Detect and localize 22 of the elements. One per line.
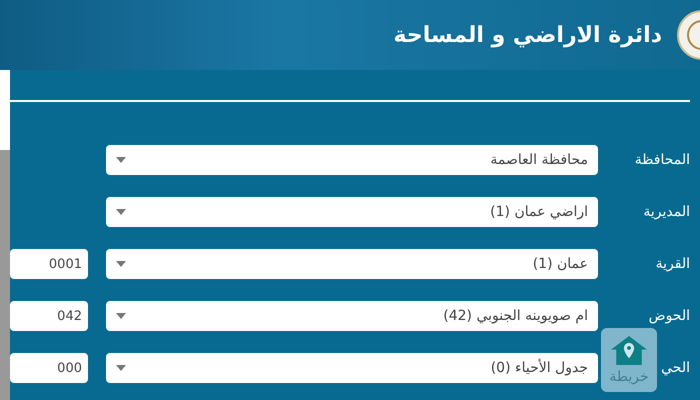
caret-icon	[116, 365, 126, 371]
field-label: الحوض	[648, 308, 690, 324]
dropdown[interactable]: ام صويوينه الجنوبي (42)	[106, 301, 598, 331]
field-label: المحافظة	[634, 152, 690, 168]
site-title: دائرة الاراضي و المساحة	[394, 22, 662, 48]
code-field[interactable]: 042	[10, 301, 88, 331]
field-label: القرية	[656, 256, 690, 272]
dropdown[interactable]: جدول الأحياء (0)	[106, 353, 598, 383]
code-field[interactable]: 0001	[10, 249, 88, 279]
emblem-logo	[676, 10, 700, 60]
field-label: المديرية	[643, 204, 690, 220]
dropdown[interactable]: محافظة العاصمة	[106, 145, 598, 175]
code-field[interactable]: 000	[10, 353, 88, 383]
dropdown[interactable]: عمان (1)	[106, 249, 598, 279]
caret-icon	[116, 313, 126, 319]
caret-icon	[116, 157, 126, 163]
dropdown[interactable]: اراضي عمان (1)	[106, 197, 598, 227]
caret-icon	[116, 261, 126, 267]
field-label: الحي	[661, 360, 690, 376]
caret-icon	[116, 209, 126, 215]
house-pin-icon	[611, 336, 647, 364]
scrollbar[interactable]	[0, 70, 10, 400]
